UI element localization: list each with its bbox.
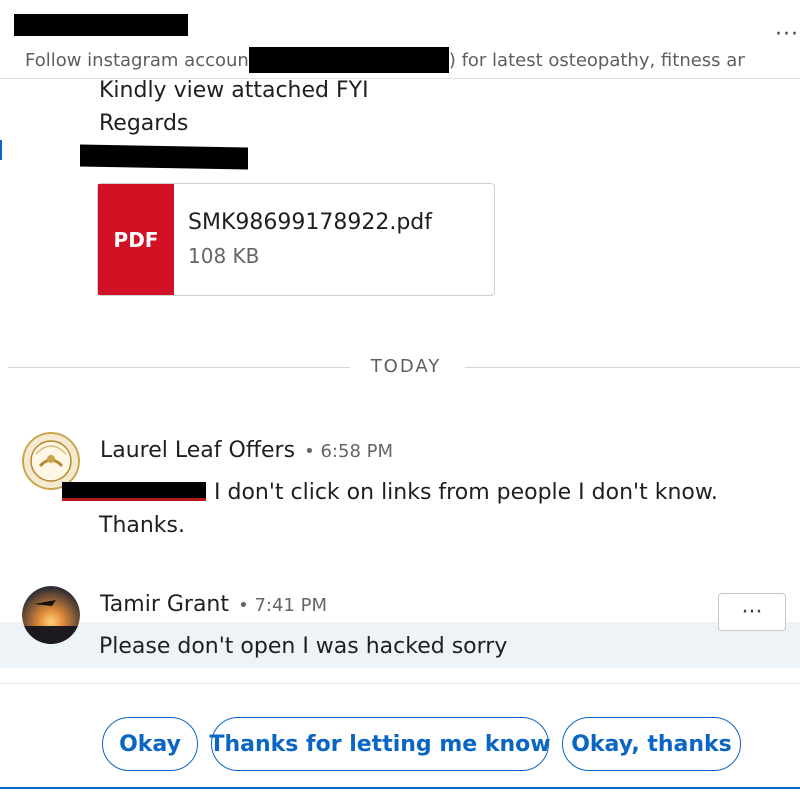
signature-redacted [80,144,248,170]
message-meta: Tamir Grant • 7:41 PM [100,592,327,617]
message-time: 6:58 PM [320,441,393,462]
attachment-file-size: 108 KB [188,244,260,268]
redaction-underline [62,498,206,501]
message-options-button[interactable]: ··· [718,593,786,631]
quick-reply-thanks-for-letting-me-know[interactable]: Thanks for letting me know [209,717,551,771]
more-options-icon[interactable]: ··· [775,22,799,47]
headline-prefix: Follow instagram accoun [25,50,249,71]
message-text: Thanks. [99,513,186,538]
message-text: Please don't open I was hacked sorry [99,634,508,659]
redaction-bar [248,47,449,73]
quick-reply-okay-thanks[interactable]: Okay, thanks [562,717,741,771]
divider-line [465,367,800,368]
quick-reply-okay[interactable]: Okay [102,717,198,771]
attachment-file-name: SMK98699178922.pdf [188,210,433,235]
conversation-header: Follow instagram accoun ) for latest oste… [0,0,800,79]
message-time: 7:41 PM [254,595,327,616]
message-meta: Laurel Leaf Offers • 6:58 PM [100,438,393,463]
message-line: Regards [99,111,189,136]
pdf-attachment[interactable]: PDF SMK98699178922.pdf 108 KB [97,183,495,296]
pdf-icon: PDF [98,184,174,295]
message-line: Kindly view attached FYI [99,78,369,103]
sunset-photo-icon [22,586,80,644]
headline-suffix: ) for latest osteopathy, fitness and [448,50,745,71]
left-edge-marker [0,140,2,160]
reply-area-divider [0,683,800,684]
compose-focus-line [0,787,800,789]
contact-headline: Follow instagram accoun ) for latest oste… [25,47,745,73]
sender-name[interactable]: Tamir Grant [100,592,229,617]
date-divider-label: TODAY [370,356,442,377]
contact-name-redacted [14,14,188,38]
sender-name[interactable]: Laurel Leaf Offers [100,438,295,463]
tamir-grant-avatar[interactable] [22,586,80,644]
message-text: I don't click on links from people I don… [214,480,718,505]
divider-line [8,367,350,368]
